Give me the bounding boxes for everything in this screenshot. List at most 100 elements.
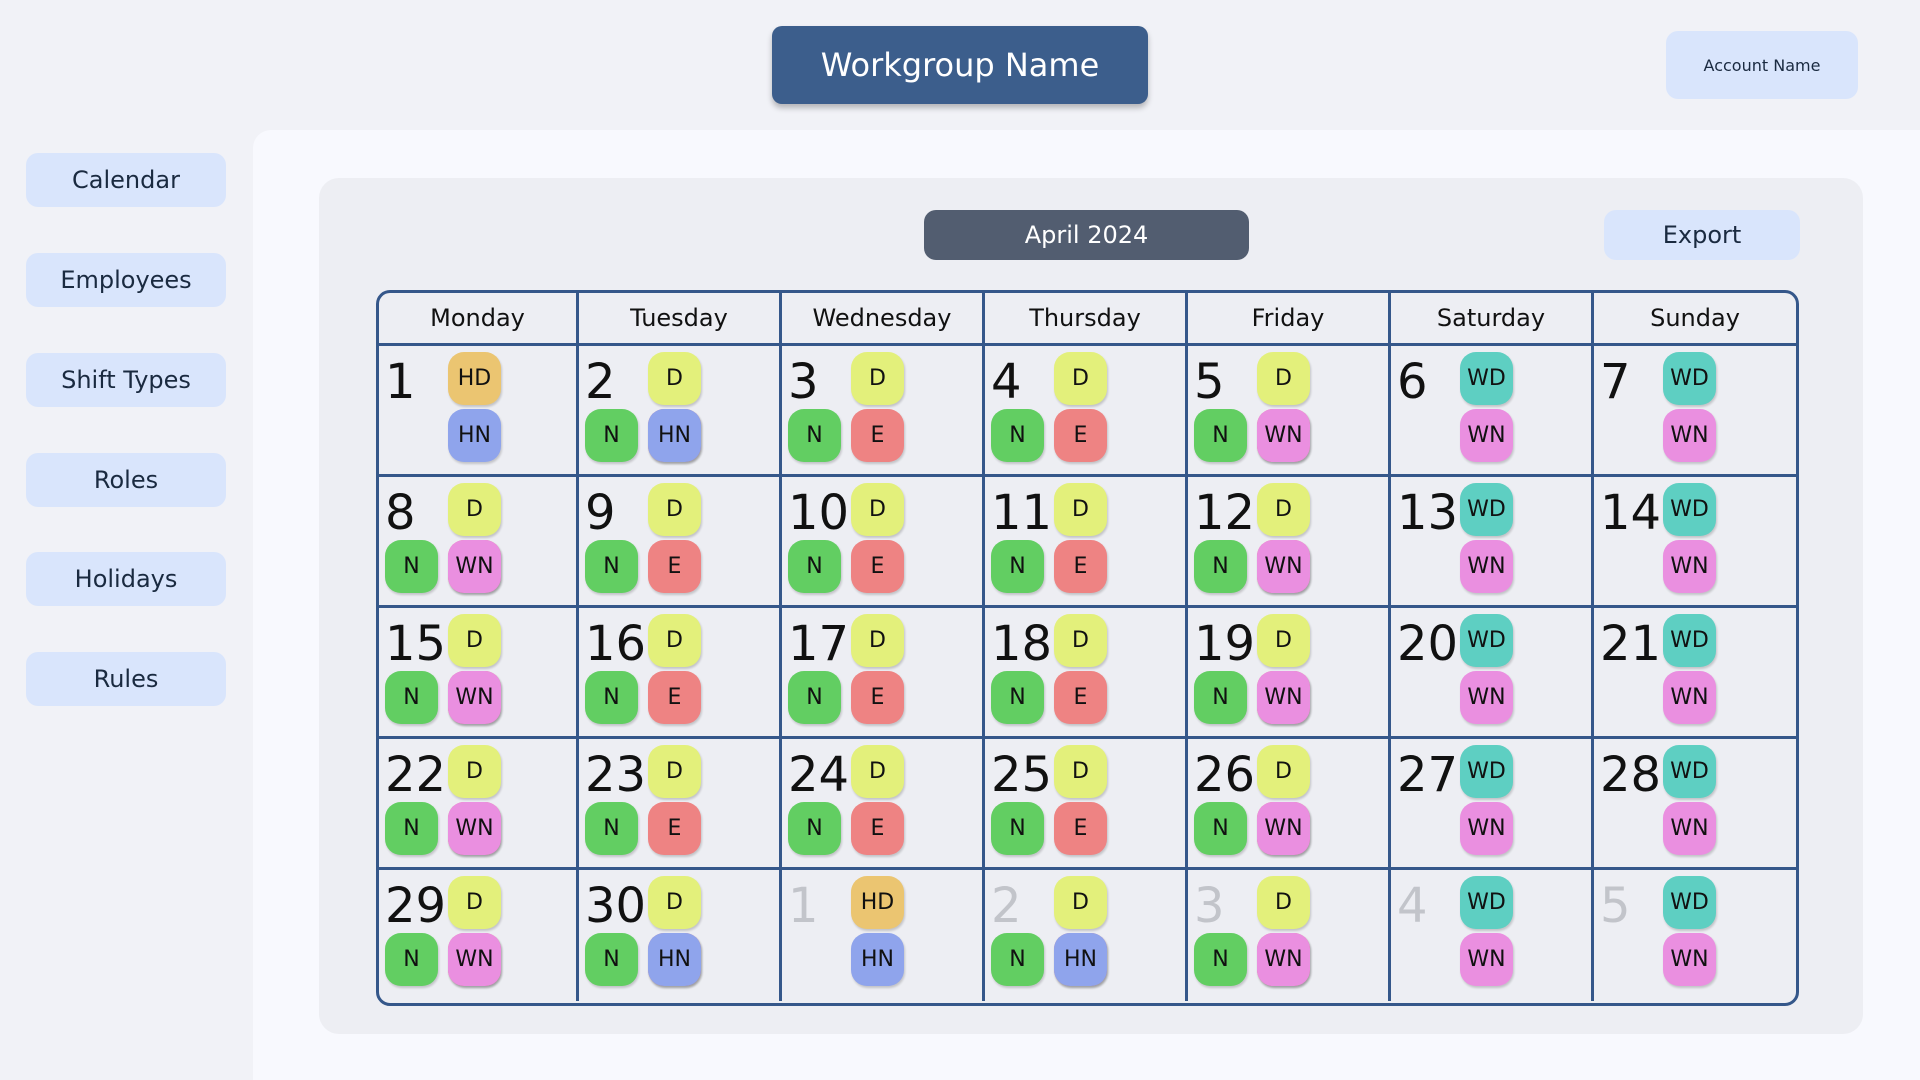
shift-badge-wn[interactable]: WN [1257, 802, 1310, 855]
shift-badge-d[interactable]: D [1257, 614, 1310, 667]
shift-badge-hn[interactable]: HN [448, 409, 501, 462]
shift-badge-d[interactable]: D [1257, 876, 1310, 929]
shift-badge-wd[interactable]: WD [1460, 876, 1513, 929]
shift-badge-wn[interactable]: WN [1257, 933, 1310, 986]
shift-badge-n[interactable]: N [1194, 933, 1247, 986]
calendar-day-cell[interactable]: 10 D E N [782, 477, 985, 608]
calendar-day-cell[interactable]: 18 D E N [985, 608, 1188, 739]
calendar-day-cell[interactable]: 2DENHN [985, 870, 1188, 1001]
shift-badge-hn[interactable]: HN [1054, 933, 1107, 986]
shift-badge-n[interactable]: N [788, 802, 841, 855]
shift-badge-d[interactable]: D [448, 745, 501, 798]
shift-badge-n[interactable]: N [585, 540, 638, 593]
calendar-day-cell[interactable]: 17 D E N [782, 608, 985, 739]
shift-badge-n[interactable]: N [1194, 802, 1247, 855]
shift-badge-wn[interactable]: WN [1257, 409, 1310, 462]
calendar-day-cell[interactable]: 20 WD WN [1391, 608, 1594, 739]
shift-badge-d[interactable]: D [851, 352, 904, 405]
shift-badge-n[interactable]: N [1194, 540, 1247, 593]
shift-badge-n[interactable]: N [991, 802, 1044, 855]
shift-badge-d[interactable]: D [1054, 876, 1107, 929]
shift-badge-wd[interactable]: WD [1460, 614, 1513, 667]
shift-badge-n[interactable]: N [788, 540, 841, 593]
shift-badge-wd[interactable]: WD [1663, 614, 1716, 667]
shift-badge-n[interactable]: N [385, 540, 438, 593]
calendar-day-cell[interactable]: 1 HD HN [782, 870, 985, 1001]
sidebar-item-rules[interactable]: Rules [26, 652, 226, 706]
account-button[interactable]: Account Name [1666, 31, 1858, 99]
shift-badge-d[interactable]: D [648, 745, 701, 798]
shift-badge-n[interactable]: N [991, 540, 1044, 593]
shift-badge-wn[interactable]: WN [1663, 802, 1716, 855]
calendar-day-cell[interactable]: 2DENHN [579, 346, 782, 477]
sidebar-item-employees[interactable]: Employees [26, 253, 226, 307]
shift-badge-wd[interactable]: WD [1663, 483, 1716, 536]
shift-badge-wd[interactable]: WD [1663, 352, 1716, 405]
shift-badge-wn[interactable]: WN [448, 671, 501, 724]
shift-badge-d[interactable]: D [448, 876, 501, 929]
shift-badge-hd[interactable]: HD [448, 352, 501, 405]
sidebar-item-shift-types[interactable]: Shift Types [26, 353, 226, 407]
month-selector[interactable]: April 2024 [924, 210, 1249, 260]
shift-badge-d[interactable]: D [1054, 614, 1107, 667]
shift-badge-d[interactable]: D [1054, 483, 1107, 536]
sidebar-item-holidays[interactable]: Holidays [26, 552, 226, 606]
shift-badge-d[interactable]: D [851, 614, 904, 667]
shift-badge-wn[interactable]: WN [448, 540, 501, 593]
shift-badge-d[interactable]: D [1257, 745, 1310, 798]
shift-badge-d[interactable]: D [648, 614, 701, 667]
shift-badge-wd[interactable]: WD [1663, 876, 1716, 929]
shift-badge-d[interactable]: D [1054, 352, 1107, 405]
shift-badge-wn[interactable]: WN [448, 802, 501, 855]
calendar-day-cell[interactable]: 30DENHN [579, 870, 782, 1001]
shift-badge-wn[interactable]: WN [1460, 671, 1513, 724]
calendar-day-cell[interactable]: 11 D E N [985, 477, 1188, 608]
shift-badge-n[interactable]: N [1194, 671, 1247, 724]
calendar-day-cell[interactable]: 7 WD WN [1594, 346, 1796, 477]
shift-badge-d[interactable]: D [1257, 483, 1310, 536]
shift-badge-d[interactable]: D [851, 483, 904, 536]
shift-badge-d[interactable]: D [851, 745, 904, 798]
shift-badge-n[interactable]: N [385, 671, 438, 724]
shift-badge-n[interactable]: N [585, 409, 638, 462]
shift-badge-n[interactable]: N [991, 409, 1044, 462]
shift-badge-hd[interactable]: HD [851, 876, 904, 929]
shift-badge-wn[interactable]: WN [1663, 933, 1716, 986]
shift-badge-d[interactable]: D [1257, 352, 1310, 405]
calendar-day-cell[interactable]: 21 WD WN [1594, 608, 1796, 739]
shift-badge-n[interactable]: N [788, 409, 841, 462]
calendar-day-cell[interactable]: 23 D E N [579, 739, 782, 870]
calendar-day-cell[interactable]: 4 WD WN [1391, 870, 1594, 1001]
calendar-day-cell[interactable]: 8DENWN [379, 477, 579, 608]
calendar-day-cell[interactable]: 3DENWN [1188, 870, 1391, 1001]
shift-badge-d[interactable]: D [648, 483, 701, 536]
calendar-day-cell[interactable]: 16 D E N [579, 608, 782, 739]
calendar-day-cell[interactable]: 24 D E N [782, 739, 985, 870]
shift-badge-wn[interactable]: WN [448, 933, 501, 986]
shift-badge-hn[interactable]: HN [648, 933, 701, 986]
calendar-day-cell[interactable]: 29DENWN [379, 870, 579, 1001]
shift-badge-n[interactable]: N [585, 933, 638, 986]
calendar-day-cell[interactable]: 4DEN [985, 346, 1188, 477]
calendar-day-cell[interactable]: 19DENWN [1188, 608, 1391, 739]
shift-badge-wn[interactable]: WN [1460, 802, 1513, 855]
shift-badge-d[interactable]: D [648, 352, 701, 405]
calendar-day-cell[interactable]: 26DENWN [1188, 739, 1391, 870]
calendar-day-cell[interactable]: 14 WD WN [1594, 477, 1796, 608]
calendar-day-cell[interactable]: 5DENWN [1188, 346, 1391, 477]
shift-badge-wn[interactable]: WN [1460, 409, 1513, 462]
calendar-day-cell[interactable]: 27 WD WN [1391, 739, 1594, 870]
shift-badge-n[interactable]: N [788, 671, 841, 724]
shift-badge-hn[interactable]: HN [851, 933, 904, 986]
shift-badge-wd[interactable]: WD [1663, 745, 1716, 798]
shift-badge-n[interactable]: N [991, 671, 1044, 724]
shift-badge-wn[interactable]: WN [1460, 540, 1513, 593]
shift-badge-wn[interactable]: WN [1257, 540, 1310, 593]
shift-badge-wd[interactable]: WD [1460, 745, 1513, 798]
shift-badge-d[interactable]: D [448, 614, 501, 667]
shift-badge-n[interactable]: N [385, 802, 438, 855]
shift-badge-n[interactable]: N [991, 933, 1044, 986]
shift-badge-wd[interactable]: WD [1460, 352, 1513, 405]
calendar-day-cell[interactable]: 5 WD WN [1594, 870, 1796, 1001]
shift-badge-wn[interactable]: WN [1663, 540, 1716, 593]
